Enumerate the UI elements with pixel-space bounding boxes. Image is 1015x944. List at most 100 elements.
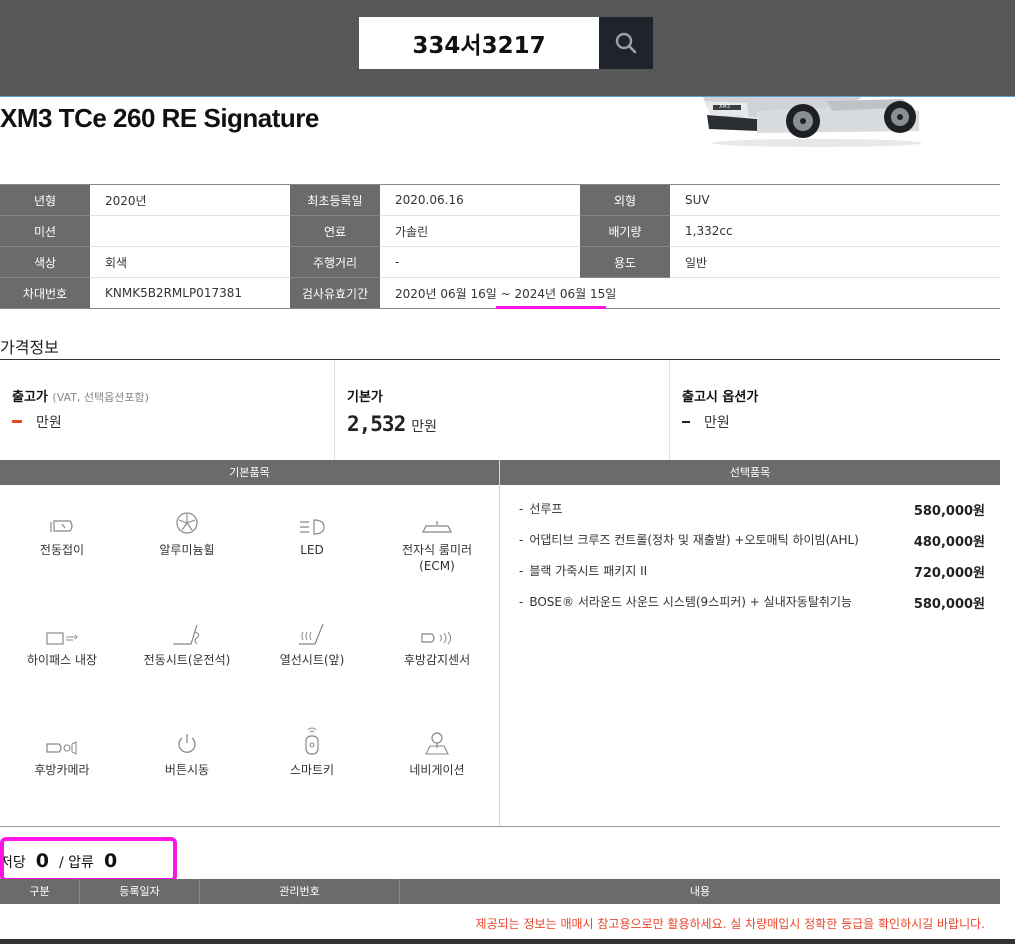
spec-key-usage: 용도 bbox=[580, 246, 670, 278]
feature-label: 스마트키 bbox=[289, 763, 335, 777]
led-headlamp-icon bbox=[300, 519, 325, 535]
selected-option-price: 580,000원 bbox=[913, 597, 985, 612]
feature-label: 버튼시동 bbox=[164, 763, 210, 777]
base-price-unit: 만원 bbox=[411, 419, 437, 435]
spec-key-fuel: 연료 bbox=[290, 215, 380, 247]
feature-item: 후방카메라 bbox=[0, 728, 124, 778]
highlight-underline bbox=[496, 306, 606, 309]
options-bottom-border bbox=[0, 826, 1000, 827]
release-price-label: 출고가 bbox=[12, 390, 48, 405]
feature-item: 알루미늄휠 bbox=[125, 508, 249, 558]
selected-option-name: 블랙 가죽시트 패키지 II bbox=[519, 562, 647, 581]
car-model-title: XM3 TCe 260 RE Signature bbox=[0, 103, 319, 133]
selected-option-price: 580,000원 bbox=[913, 504, 985, 519]
feature-item: 버튼시동 bbox=[125, 728, 249, 778]
feature-label: 네비게이션 bbox=[409, 763, 465, 777]
spec-value-color: 회색 bbox=[90, 246, 290, 278]
rear-camera-icon bbox=[46, 741, 77, 755]
selected-option-item: 선루프 580,000원 bbox=[519, 500, 985, 519]
registry-column-type: 구분 bbox=[0, 879, 80, 904]
mirror-fold-icon bbox=[50, 520, 73, 532]
feature-label: 열선시트(앞) bbox=[279, 653, 345, 667]
selected-option-item: BOSE® 서라운드 사운드 시스템(9스피커) + 실내자동탈취기능 580,… bbox=[519, 593, 985, 612]
spec-key-inspection-validity: 검사유효기간 bbox=[290, 277, 380, 309]
car-photo: XM3 bbox=[697, 97, 927, 149]
spec-key-first-registration: 최초등록일 bbox=[290, 184, 380, 216]
spec-value-year: 2020년 bbox=[90, 184, 290, 216]
base-price-value: 2,532 bbox=[347, 412, 406, 436]
feature-label: 후방카메라 bbox=[34, 763, 90, 777]
room-mirror-icon bbox=[422, 521, 452, 533]
release-price-box: 출고가 (VAT, 선택옵션포함) 만원 bbox=[0, 360, 334, 460]
power-button-icon bbox=[178, 734, 196, 753]
empty-value-dash bbox=[682, 421, 690, 423]
smart-key-icon bbox=[305, 727, 319, 755]
base-price-box: 기본가 2,532 만원 bbox=[334, 360, 668, 460]
feature-label: 전동시트(운전석) bbox=[143, 653, 231, 667]
selected-option-name: 선루프 bbox=[519, 500, 562, 519]
registry-column-content: 내용 bbox=[689, 885, 711, 898]
spec-key-color: 색상 bbox=[0, 246, 90, 278]
spec-row: 차대번호 KNMK5B2RMLP017381 검사유효기간 2020년 06월 … bbox=[0, 277, 1000, 309]
feature-item: 열선시트(앞) bbox=[250, 618, 374, 668]
spec-value-fuel: 가솔린 bbox=[380, 215, 580, 247]
spec-key-body-type: 외형 bbox=[580, 184, 670, 216]
spec-value-displacement: 1,332cc bbox=[670, 215, 1000, 247]
feature-item: 하이패스 내장 bbox=[0, 618, 124, 668]
selected-option-price: 720,000원 bbox=[913, 566, 985, 581]
spec-value-vin: KNMK5B2RMLP017381 bbox=[105, 286, 242, 300]
option-price-unit: 만원 bbox=[704, 415, 730, 431]
feature-item: 스마트키 bbox=[250, 720, 374, 778]
spec-key-year: 년형 bbox=[0, 184, 90, 216]
registry-column-date: 등록일자 bbox=[80, 879, 200, 904]
spec-row: 색상 회색 주행거리 - 용도 일반 bbox=[0, 246, 1000, 278]
search-button[interactable] bbox=[599, 17, 653, 69]
option-price-label: 출고시 옵션가 bbox=[682, 390, 759, 405]
spec-row: 미션 연료 가솔린 배기량 1,332cc bbox=[0, 215, 1000, 247]
feature-label: 전자식 룸미러 (ECM) bbox=[401, 543, 473, 573]
navigation-icon bbox=[425, 732, 449, 755]
base-price-label: 기본가 bbox=[347, 390, 383, 405]
basic-options-header: 기본품목 bbox=[0, 460, 499, 485]
feature-item: 전동시트(운전석) bbox=[125, 618, 249, 668]
release-price-sublabel: (VAT, 선택옵션포함) bbox=[52, 391, 149, 404]
selected-options-header: 선택품목 bbox=[500, 460, 1000, 485]
selected-option-item: 어댑티브 크루즈 컨트롤(정차 및 재출발) +오토매틱 하이빔(AHL) 48… bbox=[519, 531, 985, 550]
svg-text:XM3: XM3 bbox=[719, 104, 730, 110]
feature-item: LED bbox=[250, 508, 374, 558]
spec-key-mileage: 주행거리 bbox=[290, 246, 380, 278]
plate-search-input[interactable] bbox=[359, 17, 599, 69]
feature-label: 후방감지센서 bbox=[403, 653, 471, 667]
spec-value-inspection-validity: 2020년 06월 16일 ~ 2024년 06월 15일 bbox=[395, 286, 617, 301]
selected-option-name: BOSE® 서라운드 사운드 시스템(9스피커) + 실내자동탈취기능 bbox=[519, 593, 852, 612]
release-price-unit: 만원 bbox=[36, 415, 62, 431]
feature-label: 알루미늄휠 bbox=[159, 543, 215, 557]
spec-key-displacement: 배기량 bbox=[580, 215, 670, 247]
feature-label: 하이패스 내장 bbox=[26, 653, 98, 667]
registry-column-number: 관리번호 bbox=[200, 879, 400, 904]
power-seat-icon bbox=[173, 624, 200, 645]
price-section-title: 가격정보 bbox=[0, 338, 59, 357]
feature-item: 전동접이 bbox=[0, 508, 124, 558]
alloy-wheel-icon bbox=[176, 512, 198, 534]
disclaimer-notice: 제공되는 정보는 매매시 참고용으로만 활용하세요. 실 차량매입시 정확한 등… bbox=[475, 917, 985, 931]
spec-value-body-type: SUV bbox=[670, 184, 1000, 216]
feature-item: 후방감지센서 bbox=[375, 618, 499, 668]
rear-sensor-icon bbox=[421, 631, 451, 645]
spec-value-first-registration: 2020.06.16 bbox=[380, 184, 580, 216]
selected-option-name: 어댑티브 크루즈 컨트롤(정차 및 재출발) +오토매틱 하이빔(AHL) bbox=[519, 531, 859, 550]
spec-value-usage: 일반 bbox=[670, 246, 1000, 278]
highlight-box bbox=[0, 837, 177, 882]
bottom-bar bbox=[0, 939, 1015, 944]
option-price-box: 출고시 옵션가 만원 bbox=[669, 360, 1000, 460]
feature-label: 전동접이 bbox=[39, 543, 85, 557]
vehicle-spec-table: 년형 2020년 최초등록일 2020.06.16 외형 SUV 미션 연료 가… bbox=[0, 184, 1000, 309]
feature-item: 전자식 룸미러 (ECM) bbox=[375, 508, 499, 574]
empty-value-dash bbox=[12, 420, 22, 423]
feature-item: 네비게이션 bbox=[375, 722, 499, 778]
spec-key-transmission: 미션 bbox=[0, 215, 90, 247]
registry-table-header: 구분 등록일자 관리번호 내용 bbox=[0, 879, 1000, 904]
spec-value-mileage: - bbox=[380, 246, 580, 278]
spec-row: 년형 2020년 최초등록일 2020.06.16 외형 SUV bbox=[0, 184, 1000, 216]
selected-option-item: 블랙 가죽시트 패키지 II 720,000원 bbox=[519, 562, 985, 581]
